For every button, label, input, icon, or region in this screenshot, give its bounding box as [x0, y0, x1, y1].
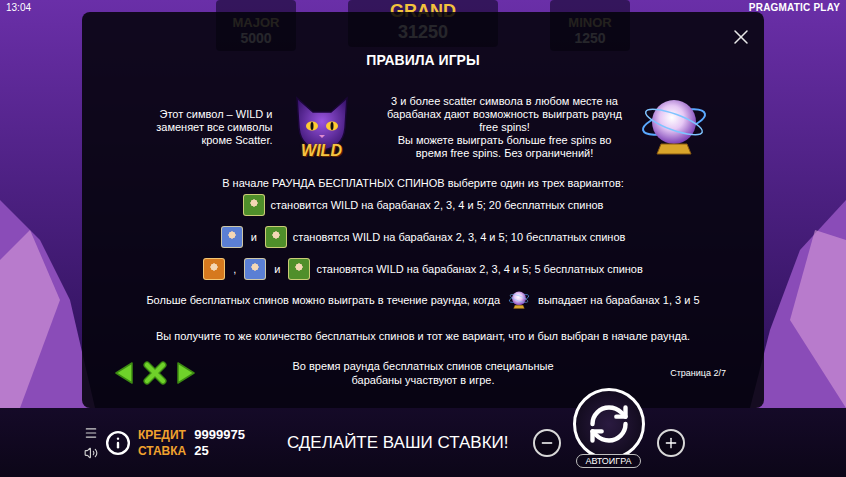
page-nav — [106, 360, 288, 386]
plus-icon — [663, 435, 679, 451]
symbol-icon — [265, 226, 287, 248]
crystal-ball-icon — [639, 92, 709, 162]
page-indicator: Страница 2/7 — [670, 368, 740, 378]
prev-button[interactable] — [112, 360, 138, 386]
game-screen: 13:04PRAGMATIC PLAYMAJOR5000GRAND31250MI… — [0, 0, 846, 477]
close-icon — [729, 25, 753, 49]
symbol-icon — [288, 258, 310, 280]
same-option-row: Вы получите то же количество бесплатных … — [156, 329, 690, 343]
retrigger-row: Больше бесплатных спинов можно выиграть … — [146, 289, 699, 311]
options-intro: В начале РАУНДА БЕСПЛАТНЫХ СПИНОВ выбери… — [222, 176, 624, 190]
close-button[interactable] — [726, 22, 756, 52]
info-button[interactable] — [104, 429, 132, 457]
clock: 13:04 — [6, 2, 31, 14]
info-icon — [105, 430, 131, 456]
spin-button[interactable] — [573, 388, 645, 460]
spin-group: АВТОИГРА — [573, 388, 645, 468]
option-separator: , — [231, 263, 238, 275]
same-option-text: Вы получите то же количество бесплатных … — [156, 329, 690, 343]
menu-icon[interactable] — [84, 426, 98, 440]
spin-icon — [587, 402, 631, 446]
option-row: становится WILD на барабанах 2, 3, 4 и 5… — [203, 194, 643, 216]
special-reels-text: Во время раунда бесплатных спинов специа… — [288, 359, 558, 387]
close-green-icon — [142, 360, 168, 386]
status-message: СДЕЛАЙТЕ ВАШИ СТАВКИ! — [287, 433, 509, 453]
option-row: и становятся WILD на барабанах 2, 3, 4 и … — [203, 226, 643, 248]
decrease-bet-button[interactable] — [533, 429, 561, 457]
symbol-icon — [203, 258, 225, 280]
side-icons — [84, 426, 98, 460]
symbol-icon — [221, 226, 243, 248]
option-separator: и — [249, 231, 259, 243]
sound-icon[interactable] — [84, 446, 98, 460]
wallet: КРЕДИТ 9999975 СТАВКА 25 — [138, 427, 245, 458]
option-separator: и — [272, 263, 282, 275]
exit-button[interactable] — [142, 360, 168, 386]
rules-title: ПРАВИЛА ИГРЫ — [366, 52, 479, 68]
retrigger-text-end: выпадает на барабанах 1, 3 и 5 — [538, 293, 700, 307]
scatter-small-icon — [508, 289, 530, 311]
bottom-bar: КРЕДИТ 9999975 СТАВКА 25 СДЕЛАЙТЕ ВАШИ СТАВК… — [0, 408, 846, 477]
scatter-line: 3 и более scatter символа в любом месте … — [385, 95, 625, 134]
dialog-footer: Во время раунда бесплатных спинов специа… — [106, 358, 740, 388]
symbol-icon — [243, 194, 265, 216]
wild-text: Этот символ – WILD и заменяет все символ… — [138, 108, 273, 147]
brand-logo: PRAGMATIC PLAY — [749, 2, 840, 14]
wild-badge: WILD — [287, 142, 357, 160]
bet-label: СТАВКА — [138, 444, 186, 458]
option-list: становится WILD на барабанах 2, 3, 4 и 5… — [203, 194, 643, 280]
scatter-text: 3 и более scatter символа в любом месте … — [385, 95, 625, 160]
minus-icon — [539, 435, 555, 451]
scatter-line: Вы можете выиграть больше free spins во … — [385, 134, 625, 160]
credit-label: КРЕДИТ — [138, 428, 186, 442]
retrigger-text: Больше бесплатных спинов можно выиграть … — [146, 293, 500, 307]
spin-controls: АВТОИГРА — [533, 418, 685, 468]
credit-value: 9999975 — [194, 427, 245, 442]
feature-row: Этот символ – WILD и заменяет все символ… — [138, 92, 709, 162]
game-area: 13:04PRAGMATIC PLAYMAJOR5000GRAND31250MI… — [0, 0, 846, 408]
option-text: становится WILD на барабанах 2, 3, 4 и 5… — [271, 199, 604, 211]
right-arrow-icon — [172, 360, 198, 386]
increase-bet-button[interactable] — [657, 429, 685, 457]
option-text: становятся WILD на барабанах 2, 3, 4 и 5… — [316, 263, 642, 275]
rules-dialog: ПРАВИЛА ИГРЫ Этот символ – WILD и заменяе… — [82, 12, 764, 408]
bet-value: 25 — [194, 443, 245, 458]
symbol-icon — [244, 258, 266, 280]
autoplay-button[interactable]: АВТОИГРА — [576, 454, 640, 468]
next-button[interactable] — [172, 360, 198, 386]
option-text: становятся WILD на барабанах 2, 3, 4 и 5… — [293, 231, 626, 243]
wild-symbol: WILD — [287, 92, 357, 162]
left-arrow-icon — [112, 360, 138, 386]
option-row: , и становятся WILD на барабанах 2, 3, 4 и… — [203, 258, 643, 280]
